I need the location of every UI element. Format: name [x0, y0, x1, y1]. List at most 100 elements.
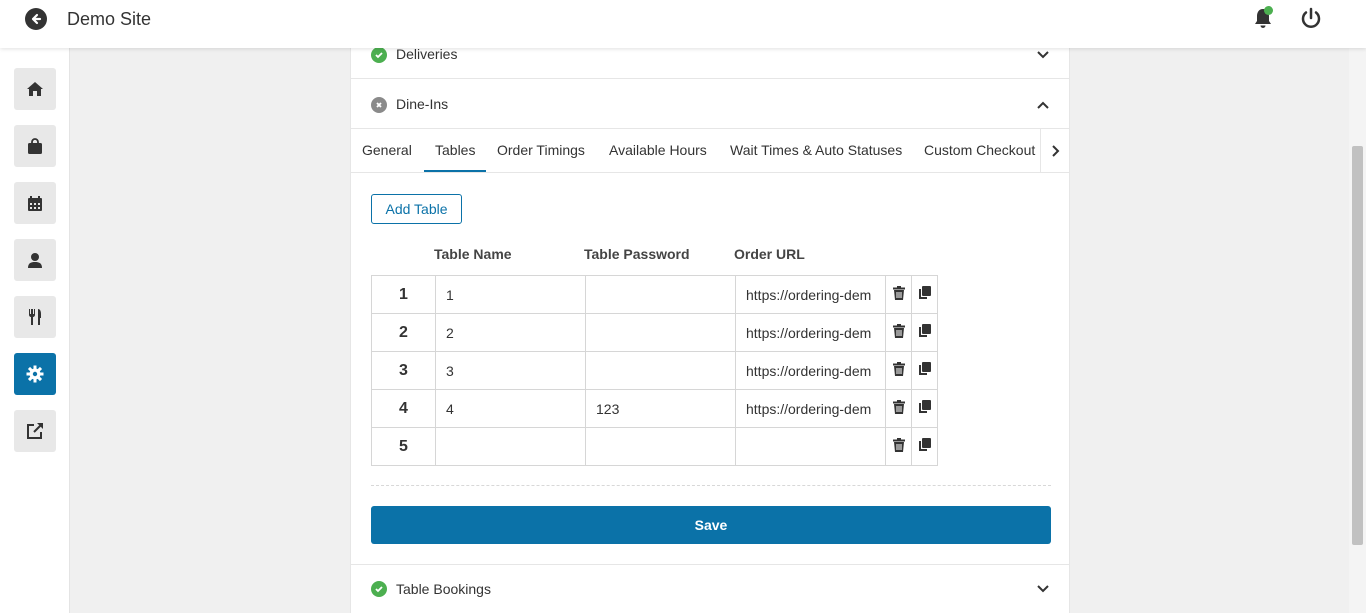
calendar-icon: [28, 195, 42, 211]
sidebar-item-external[interactable]: [14, 410, 56, 452]
sidebar-item-settings[interactable]: [14, 353, 56, 395]
copy-icon: [919, 324, 931, 337]
tab-wait-times[interactable]: Wait Times & Auto Statuses: [730, 142, 902, 158]
copy-button[interactable]: [911, 389, 938, 428]
row-number: 5: [371, 427, 436, 466]
notification-dot: [1264, 6, 1273, 15]
settings-card: Deliveries Dine-Ins General Tables Order…: [350, 30, 1070, 613]
section-label: Dine-Ins: [396, 96, 449, 112]
delete-button[interactable]: [885, 313, 912, 352]
copy-button[interactable]: [911, 427, 938, 466]
chevron-up-icon: [1037, 101, 1049, 109]
gear-icon: [26, 365, 44, 383]
user-icon: [28, 252, 42, 268]
order-url-field[interactable]: [735, 427, 886, 466]
trash-icon: [892, 438, 905, 452]
section-dine-ins[interactable]: Dine-Ins: [351, 80, 1069, 129]
sidebar: [0, 48, 70, 613]
order-url-field[interactable]: https://ordering-dem: [735, 275, 886, 314]
tab-available-hours[interactable]: Available Hours: [609, 142, 707, 158]
external-link-icon: [27, 423, 43, 439]
order-url-text: https://ordering-dem: [746, 286, 872, 303]
table-name-input[interactable]: 4: [435, 389, 586, 428]
copy-icon: [919, 400, 931, 413]
table-password-input[interactable]: [585, 313, 736, 352]
site-title: Demo Site: [67, 9, 152, 29]
chevron-right-icon: [1051, 144, 1059, 157]
table-row: 1 1 https://ordering-dem: [371, 275, 938, 314]
divider: [371, 485, 1051, 486]
copy-button[interactable]: [911, 313, 938, 352]
column-header-url: Order URL: [734, 246, 805, 262]
tab-general[interactable]: General: [362, 142, 412, 158]
row-number: 1: [371, 275, 436, 314]
trash-icon: [892, 400, 905, 414]
back-arrow-icon[interactable]: [25, 8, 47, 30]
trash-icon: [892, 362, 905, 376]
row-number: 2: [371, 313, 436, 352]
check-circle-icon: [371, 581, 387, 597]
page-scrollbar-thumb[interactable]: [1352, 146, 1363, 545]
delete-button[interactable]: [885, 427, 912, 466]
chevron-down-icon: [1037, 585, 1049, 593]
sidebar-item-menus[interactable]: [14, 296, 56, 338]
delete-button[interactable]: [885, 351, 912, 390]
chevron-down-icon: [1037, 51, 1049, 59]
tab-custom-checkout[interactable]: Custom Checkout F: [924, 142, 1039, 158]
row-number: 4: [371, 389, 436, 428]
sidebar-item-orders[interactable]: [14, 125, 56, 167]
copy-icon: [919, 362, 931, 375]
order-url-field[interactable]: https://ordering-dem: [735, 351, 886, 390]
x-circle-icon: [371, 97, 387, 113]
trash-icon: [892, 286, 905, 300]
sidebar-item-bookings[interactable]: [14, 182, 56, 224]
order-url-text: https://ordering-dem: [746, 400, 872, 417]
top-bar: Demo Site: [0, 0, 1366, 48]
order-url-field[interactable]: https://ordering-dem: [735, 389, 886, 428]
copy-button[interactable]: [911, 275, 938, 314]
tab-bar: General Tables Order Timings Available H…: [351, 129, 1069, 173]
table-name-input[interactable]: 2: [435, 313, 586, 352]
shopping-bag-icon: [28, 137, 42, 154]
table-row: 5: [371, 427, 938, 466]
sidebar-item-home[interactable]: [14, 68, 56, 110]
tables-grid: 1 1 https://ordering-dem 2 2 https://ord…: [371, 275, 938, 466]
delete-button[interactable]: [885, 389, 912, 428]
home-icon: [27, 82, 43, 96]
table-row: 3 3 https://ordering-dem: [371, 351, 938, 390]
save-button[interactable]: Save: [371, 506, 1051, 544]
power-icon[interactable]: [1299, 6, 1323, 30]
active-tab-indicator: [424, 170, 486, 172]
copy-icon: [919, 438, 931, 451]
table-name-input[interactable]: 1: [435, 275, 586, 314]
table-row: 4 4 123 https://ordering-dem: [371, 389, 938, 428]
section-table-bookings[interactable]: Table Bookings: [351, 565, 1069, 613]
table-password-input[interactable]: [585, 351, 736, 390]
add-table-button[interactable]: Add Table: [371, 194, 462, 224]
section-label: Deliveries: [396, 46, 458, 62]
copy-button[interactable]: [911, 351, 938, 390]
order-url-field[interactable]: https://ordering-dem: [735, 313, 886, 352]
table-name-input[interactable]: 3: [435, 351, 586, 390]
order-url-text: https://ordering-dem: [746, 324, 872, 341]
sidebar-item-customers[interactable]: [14, 239, 56, 281]
check-circle-icon: [371, 47, 387, 63]
table-name-input[interactable]: [435, 427, 586, 466]
column-header-password: Table Password: [584, 246, 690, 262]
table-password-input[interactable]: [585, 275, 736, 314]
notification-bell-icon[interactable]: [1252, 6, 1276, 30]
order-url-text: https://ordering-dem: [746, 362, 872, 379]
table-password-input[interactable]: 123: [585, 389, 736, 428]
trash-icon: [892, 324, 905, 338]
column-header-name: Table Name: [434, 246, 512, 262]
table-row: 2 2 https://ordering-dem: [371, 313, 938, 352]
delete-button[interactable]: [885, 275, 912, 314]
tab-tables[interactable]: Tables: [435, 142, 475, 158]
row-number: 3: [371, 351, 436, 390]
copy-icon: [919, 286, 931, 299]
utensils-icon: [29, 309, 41, 325]
section-label: Table Bookings: [396, 581, 491, 597]
table-password-input[interactable]: [585, 427, 736, 466]
tab-scroll-right-button[interactable]: [1040, 129, 1069, 172]
tab-order-timings[interactable]: Order Timings: [497, 142, 585, 158]
